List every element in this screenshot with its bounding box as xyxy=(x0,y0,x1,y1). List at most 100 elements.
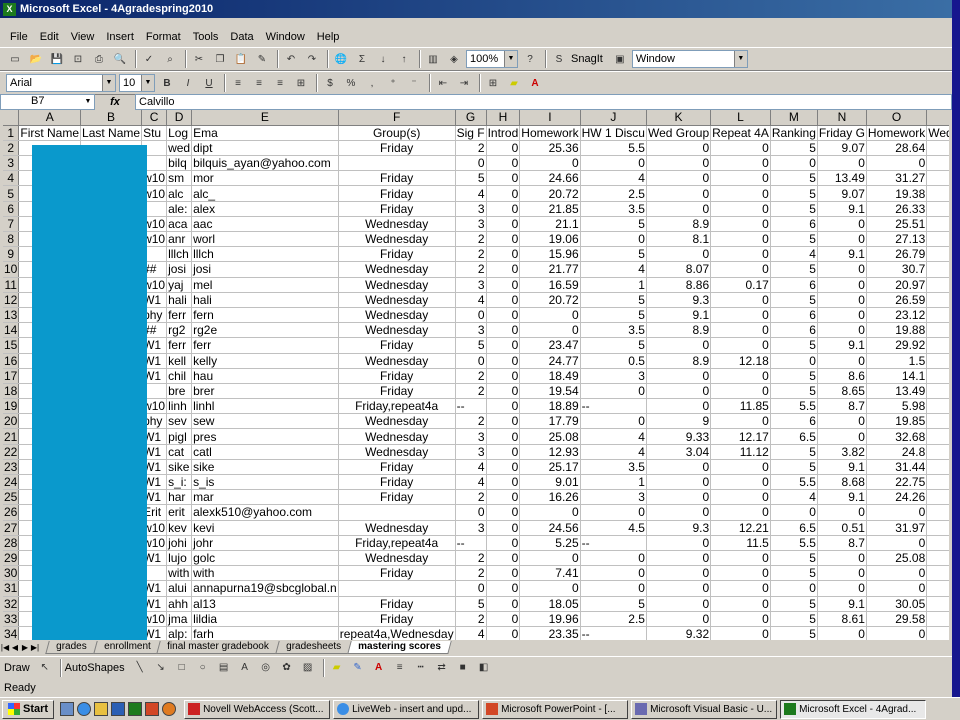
header-cell[interactable]: Sig F xyxy=(455,125,487,141)
fx-icon[interactable]: fx xyxy=(95,96,135,108)
cell[interactable]: 5.5 xyxy=(770,398,818,415)
cell[interactable]: anr xyxy=(166,231,193,248)
draw-menu[interactable]: Draw xyxy=(4,662,30,674)
cell[interactable]: Friday xyxy=(338,368,456,384)
cell[interactable]: 32.68 xyxy=(866,428,928,445)
tab-final-master-gradebook[interactable]: final master gradebook xyxy=(156,640,280,654)
next-sheet-icon[interactable]: ▶ xyxy=(20,643,30,652)
row-header[interactable]: 28 xyxy=(3,535,20,551)
borders-icon[interactable]: ⊞ xyxy=(484,74,502,92)
header-cell[interactable]: First Name xyxy=(18,125,82,141)
cell[interactable]: erit xyxy=(166,504,193,521)
header-cell[interactable]: Introd xyxy=(486,125,521,141)
cell[interactable]: 2 xyxy=(455,611,487,627)
cell[interactable]: 8.9 xyxy=(646,353,712,369)
cell[interactable]: 25.36 xyxy=(519,140,581,157)
cell[interactable]: 0 xyxy=(770,580,818,597)
cell[interactable]: 0 xyxy=(646,565,712,582)
row-header[interactable]: 2 xyxy=(3,140,20,157)
column-header-d[interactable]: D xyxy=(166,110,193,126)
cell[interactable]: 5 xyxy=(580,292,647,308)
help-icon[interactable]: ? xyxy=(521,50,539,68)
cell[interactable]: 0 xyxy=(710,170,771,187)
row-header[interactable]: 15 xyxy=(3,337,20,354)
cell[interactable]: 0 xyxy=(580,231,647,248)
cell[interactable]: 0 xyxy=(710,474,771,491)
cell[interactable]: 8.7 xyxy=(817,398,867,415)
row-header[interactable]: 17 xyxy=(3,368,20,384)
cell[interactable]: cat xyxy=(166,444,193,460)
cell[interactable]: 0 xyxy=(926,565,949,582)
cell[interactable]: Friday xyxy=(338,459,456,476)
menu-help[interactable]: Help xyxy=(311,31,346,43)
research-icon[interactable]: ⌕ xyxy=(161,50,179,68)
cell[interactable]: 0 xyxy=(926,459,949,476)
cell[interactable]: 0 xyxy=(926,155,949,172)
cell[interactable]: 4 xyxy=(455,626,487,640)
cell[interactable]: 5 xyxy=(770,231,818,248)
cell[interactable]: 0 xyxy=(580,383,647,400)
cell[interactable]: with xyxy=(166,565,193,582)
cell[interactable]: 0 xyxy=(817,322,867,339)
bold-button[interactable]: B xyxy=(158,74,176,92)
cell[interactable]: 8.86 xyxy=(646,277,712,293)
cell[interactable]: 5 xyxy=(770,201,818,217)
cell[interactable]: 5 xyxy=(770,140,818,157)
chevron-down-icon[interactable]: ▼ xyxy=(141,75,154,91)
cell[interactable]: 4 xyxy=(770,246,818,263)
cell[interactable]: 12.18 xyxy=(710,353,771,369)
cell[interactable]: 9.63 xyxy=(926,626,949,640)
cell[interactable]: 11.12 xyxy=(710,444,771,460)
header-cell[interactable]: Ranking xyxy=(770,125,818,141)
cell[interactable]: al13 xyxy=(191,596,339,612)
cell[interactable]: 5 xyxy=(580,596,647,612)
row-header[interactable]: 19 xyxy=(3,398,20,415)
cell[interactable]: 0 xyxy=(486,307,521,324)
cell[interactable]: 0 xyxy=(486,580,521,597)
cell[interactable]: 1 xyxy=(580,277,647,293)
cell[interactable]: -- xyxy=(580,626,647,640)
cell[interactable]: 24.8 xyxy=(866,444,928,460)
cell[interactable]: 24.66 xyxy=(519,170,581,187)
cell[interactable]: 0 xyxy=(866,565,928,582)
name-box[interactable]: B7 ▼ xyxy=(0,94,95,110)
cell[interactable]: josi xyxy=(191,261,339,278)
cell[interactable]: bre xyxy=(166,383,193,400)
cell[interactable]: 0 xyxy=(486,170,521,187)
cell[interactable]: 0 xyxy=(580,413,647,430)
cell[interactable]: 0 xyxy=(486,368,521,384)
cell[interactable]: 20.72 xyxy=(519,185,581,202)
cell[interactable]: 0 xyxy=(580,565,647,582)
cell[interactable]: 0 xyxy=(486,474,521,491)
cell[interactable]: 0 xyxy=(646,337,712,354)
cell[interactable]: 5 xyxy=(770,368,818,384)
cell[interactable]: sew xyxy=(191,413,339,430)
menu-data[interactable]: Data xyxy=(224,31,259,43)
cell[interactable]: 0 xyxy=(710,292,771,308)
cell[interactable]: 9 xyxy=(646,413,712,430)
column-header-e[interactable]: E xyxy=(191,110,339,126)
cell[interactable]: 0 xyxy=(866,504,928,521)
cell[interactable]: -- xyxy=(580,398,647,415)
cell[interactable]: 0 xyxy=(710,550,771,567)
column-header-c[interactable]: C xyxy=(141,110,168,126)
cell[interactable]: 0 xyxy=(710,383,771,400)
cell[interactable]: 8.61 xyxy=(817,611,867,627)
cell[interactable]: 4 xyxy=(455,474,487,491)
cell[interactable]: 8.68 xyxy=(817,474,867,491)
sort-descending-icon[interactable]: ↑ xyxy=(395,50,413,68)
cell[interactable]: golc xyxy=(191,550,339,567)
cell[interactable]: 0 xyxy=(817,261,867,278)
cell[interactable]: 0 xyxy=(486,277,521,293)
picture-icon[interactable]: ▨ xyxy=(299,659,317,677)
cell[interactable]: 20.72 xyxy=(519,292,581,308)
cell[interactable]: 0 xyxy=(866,155,928,172)
cell[interactable]: 9.96 xyxy=(926,520,949,536)
cell[interactable]: worl xyxy=(191,231,339,248)
cell[interactable]: 0 xyxy=(926,185,949,202)
cell[interactable]: 3.5 xyxy=(580,201,647,217)
cell[interactable]: kelly xyxy=(191,353,339,369)
cell[interactable]: 5 xyxy=(770,383,818,400)
cell[interactable]: 0 xyxy=(926,489,949,506)
cell[interactable]: 7.41 xyxy=(519,565,581,582)
